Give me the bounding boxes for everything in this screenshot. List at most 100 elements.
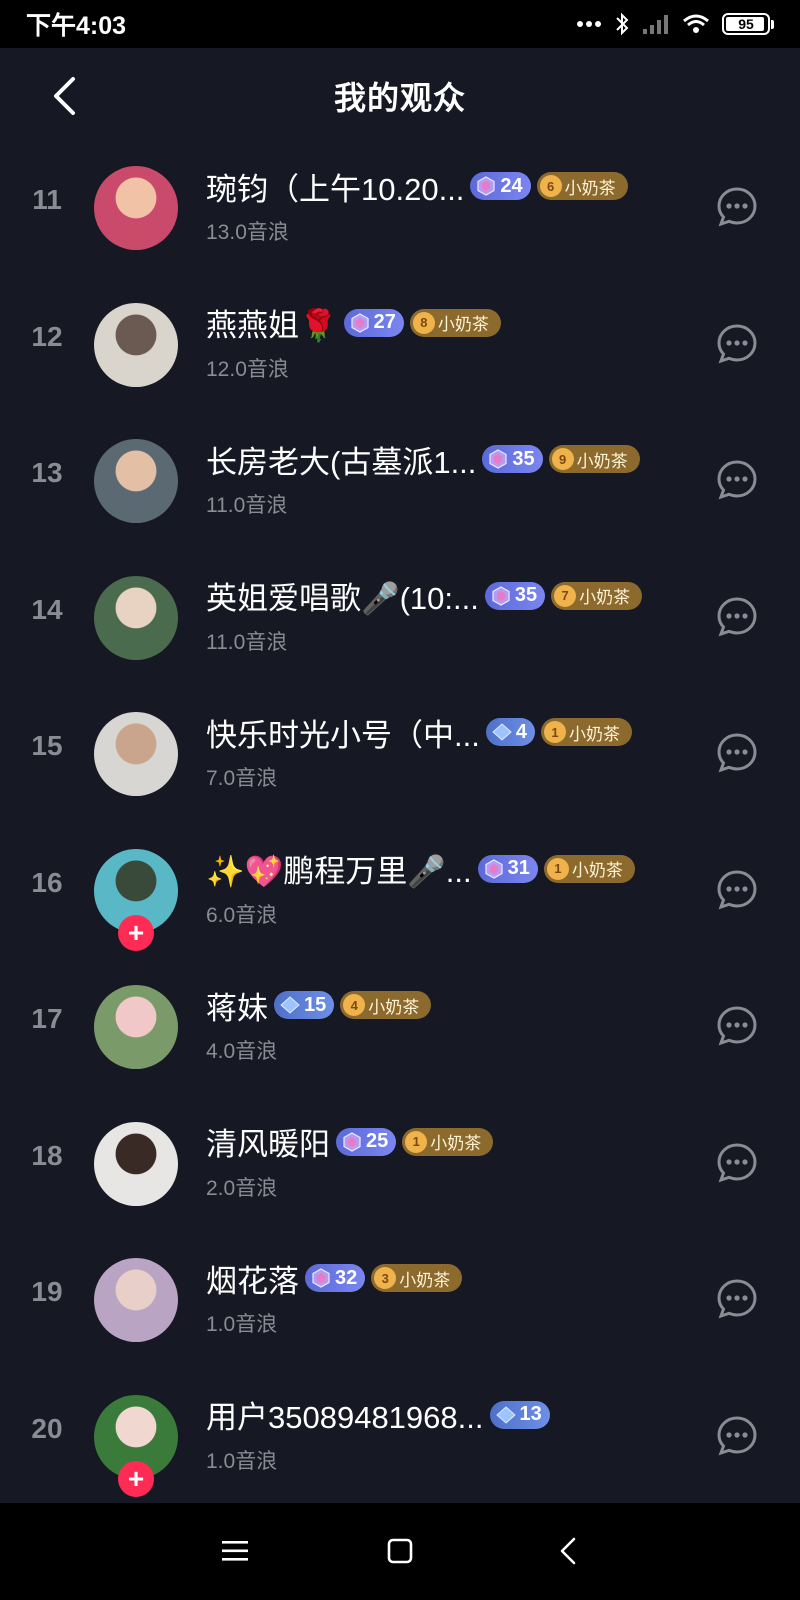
audience-row[interactable]: 16 + ✨💖鹏程万里🎤... 31 1 小奶茶 6.0音浪 xyxy=(0,823,800,960)
audience-row[interactable]: 18 清风暖阳 25 1 小奶茶 2.0音浪 xyxy=(0,1096,800,1233)
avatar-photo xyxy=(106,1183,166,1206)
fan-label: 小奶茶 xyxy=(564,178,616,198)
message-button[interactable] xyxy=(716,459,758,501)
user-name: 燕燕姐🌹 xyxy=(206,308,338,343)
avatar[interactable] xyxy=(94,575,178,660)
plus-icon: + xyxy=(127,916,145,948)
audience-row[interactable]: 20 + 用户35089481968... 13 1.0音浪 xyxy=(0,1369,800,1506)
back-button[interactable] xyxy=(44,72,84,120)
audience-row[interactable]: 12 燕燕姐🌹 27 8 小奶茶 12.0音浪 xyxy=(0,277,800,414)
level-number: 35 xyxy=(512,447,535,470)
message-button[interactable] xyxy=(716,323,758,365)
score-text: 2.0音浪 xyxy=(206,1176,278,1200)
level-number: 15 xyxy=(304,993,327,1016)
avatar[interactable] xyxy=(94,712,178,796)
user-name: 蒋妹 xyxy=(206,990,268,1026)
system-nav-bar xyxy=(0,1503,800,1600)
level-badge: 31 xyxy=(477,854,538,883)
back-triangle-icon[interactable] xyxy=(548,1531,588,1571)
fan-badge: 6 小奶茶 xyxy=(536,172,628,200)
audience-row[interactable]: 11 琬钧（上午10.20... 24 6 小奶茶 13.0音浪 xyxy=(0,140,800,277)
level-badge: 32 xyxy=(305,1264,366,1292)
fan-level: 9 xyxy=(551,448,574,470)
avatar-photo xyxy=(106,501,166,523)
chat-bubble-icon xyxy=(717,460,757,500)
avatar[interactable] xyxy=(94,1258,178,1342)
chat-bubble-icon xyxy=(717,323,757,363)
score-text: 11.0音浪 xyxy=(206,494,288,517)
message-button[interactable] xyxy=(716,869,758,911)
fan-label: 小奶茶 xyxy=(579,588,631,607)
user-name: 长房老大(古墓派1... xyxy=(206,444,477,480)
avatar[interactable] xyxy=(94,439,178,523)
wifi-icon xyxy=(682,13,710,35)
battery-tip xyxy=(771,19,774,29)
message-button[interactable] xyxy=(716,732,758,774)
audience-row[interactable]: 13 长房老大(古墓派1... 35 9 小奶茶 11.0音浪 xyxy=(0,413,800,550)
gem-icon xyxy=(495,1405,516,1424)
name-line: 快乐时光小号（中... 4 1 小奶茶 xyxy=(206,712,632,753)
fan-level: 4 xyxy=(343,994,366,1016)
message-button[interactable] xyxy=(716,186,758,228)
audience-row[interactable]: 14 英姐爱唱歌🎤(10:... 35 7 小奶茶 11.0音浪 xyxy=(0,550,800,687)
chat-bubble-icon xyxy=(717,187,757,227)
score-text: 1.0音浪 xyxy=(206,1313,278,1336)
fan-label: 小奶茶 xyxy=(399,1270,451,1290)
level-badge: 24 xyxy=(470,172,531,200)
user-name: 英姐爱唱歌🎤(10:... xyxy=(206,581,479,616)
gem-icon xyxy=(489,449,508,469)
chat-bubble-icon xyxy=(717,1415,757,1455)
avatar[interactable] xyxy=(94,166,178,250)
follow-button[interactable]: + xyxy=(118,1460,154,1497)
fan-badge: 4 小奶茶 xyxy=(340,991,432,1019)
level-badge: 35 xyxy=(482,445,543,473)
follow-button[interactable]: + xyxy=(118,914,154,951)
page-title: 我的观众 xyxy=(333,80,466,116)
audience-row[interactable]: 19 烟花落 32 3 小奶茶 1.0音浪 xyxy=(0,1232,800,1369)
chat-bubble-icon xyxy=(717,1006,757,1046)
avatar[interactable] xyxy=(94,985,178,1069)
audience-list: 11 琬钧（上午10.20... 24 6 小奶茶 13.0音浪 12 燕燕姐🌹… xyxy=(0,140,800,1505)
name-line: ✨💖鹏程万里🎤... 31 1 小奶茶 xyxy=(206,849,635,889)
fan-badge: 1 小奶茶 xyxy=(543,854,635,883)
name-line: 长房老大(古墓派1... 35 9 小奶茶 xyxy=(206,439,640,480)
name-line: 用户35089481968... 13 xyxy=(206,1395,550,1435)
rank-number: 20 xyxy=(31,1412,63,1444)
user-name: 用户35089481968... xyxy=(206,1400,484,1435)
gem-icon xyxy=(280,996,300,1014)
message-button[interactable] xyxy=(716,1142,758,1184)
level-badge: 15 xyxy=(274,991,335,1019)
level-number: 32 xyxy=(335,1266,358,1289)
fan-badge: 1 小奶茶 xyxy=(540,718,632,746)
user-name: ✨💖鹏程万里🎤... xyxy=(206,854,472,889)
user-name: 快乐时光小号（中... xyxy=(206,717,480,753)
home-square-icon[interactable] xyxy=(380,1531,420,1571)
user-name: 清风暖阳 xyxy=(206,1127,330,1162)
message-button[interactable] xyxy=(716,1005,758,1047)
gem-icon xyxy=(492,723,512,741)
message-button[interactable] xyxy=(716,596,758,638)
menu-icon[interactable] xyxy=(215,1531,255,1571)
fan-badge: 9 小奶茶 xyxy=(548,445,640,473)
avatar[interactable] xyxy=(94,302,178,387)
message-button[interactable] xyxy=(716,1415,758,1457)
battery-icon: 95 xyxy=(722,13,770,35)
message-button[interactable] xyxy=(716,1278,758,1320)
chat-bubble-icon xyxy=(717,1142,757,1182)
level-badge: 13 xyxy=(489,1400,550,1429)
rank-number: 18 xyxy=(31,1139,63,1171)
score-text: 12.0音浪 xyxy=(206,357,289,381)
avatar[interactable] xyxy=(94,1121,178,1206)
chevron-left-icon xyxy=(54,77,75,115)
avatar-photo xyxy=(106,228,166,250)
fan-label: 小奶茶 xyxy=(576,451,628,471)
audience-row[interactable]: 15 快乐时光小号（中... 4 1 小奶茶 7.0音浪 xyxy=(0,686,800,823)
score-text: 11.0音浪 xyxy=(206,630,288,654)
user-name: 烟花落 xyxy=(206,1263,299,1299)
gem-icon xyxy=(343,1131,361,1152)
score-text: 6.0音浪 xyxy=(206,903,278,927)
audience-row[interactable]: 17 蒋妹 15 4 小奶茶 4.0音浪 xyxy=(0,959,800,1096)
gem-icon xyxy=(492,585,510,606)
status-bar: 下午4:03 95 xyxy=(0,0,800,48)
rank-number: 13 xyxy=(31,457,63,488)
